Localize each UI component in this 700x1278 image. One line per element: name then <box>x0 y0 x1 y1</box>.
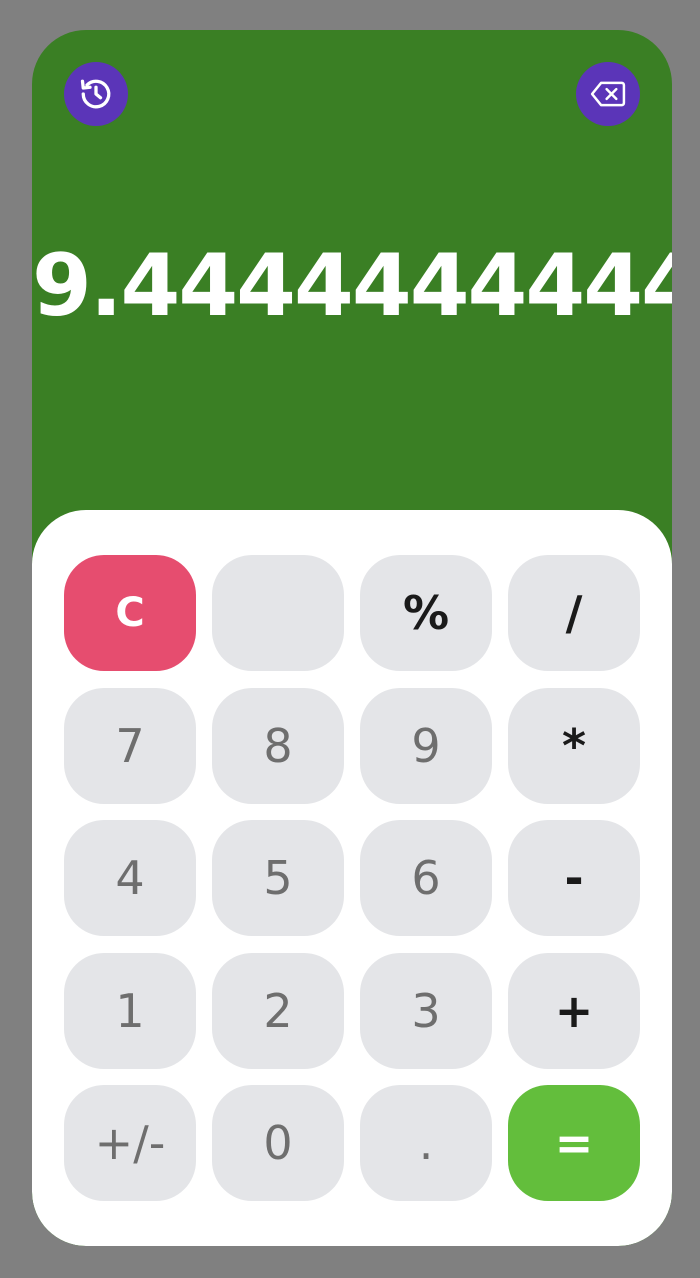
digit-0-key[interactable]: 0 <box>212 1085 344 1201</box>
backspace-button[interactable] <box>576 62 640 126</box>
digit-6-key[interactable]: 6 <box>360 820 492 936</box>
calculator-screen: 9.444444444444 C % / 7 8 9 * 4 5 6 - 1 2… <box>32 30 672 1246</box>
digit-9-key[interactable]: 9 <box>360 687 492 804</box>
digit-5-key[interactable]: 5 <box>212 820 344 936</box>
digit-1-key[interactable]: 1 <box>64 952 196 1069</box>
toggle-sign-key[interactable]: +/- <box>64 1085 196 1201</box>
result-display: 9.444444444444 <box>32 236 672 336</box>
clear-key[interactable]: C <box>64 555 196 671</box>
key-grid: C % / 7 8 9 * 4 5 6 - 1 2 3 + +/- 0 . = <box>64 555 640 1201</box>
digit-8-key[interactable]: 8 <box>212 687 344 804</box>
backspace-icon <box>590 81 626 107</box>
history-icon <box>80 79 111 109</box>
digit-3-key[interactable]: 3 <box>360 952 492 1069</box>
subtract-key[interactable]: - <box>508 820 640 936</box>
digit-4-key[interactable]: 4 <box>64 820 196 936</box>
digit-2-key[interactable]: 2 <box>212 952 344 1069</box>
decimal-key[interactable]: . <box>360 1085 492 1201</box>
multiply-key[interactable]: * <box>508 687 640 804</box>
divide-key[interactable]: / <box>508 555 640 671</box>
digit-7-key[interactable]: 7 <box>64 687 196 804</box>
add-key[interactable]: + <box>508 952 640 1069</box>
blank-key[interactable] <box>212 555 344 671</box>
percent-key[interactable]: % <box>360 555 492 671</box>
equals-key[interactable]: = <box>508 1085 640 1201</box>
history-button[interactable] <box>64 62 128 126</box>
keypad: C % / 7 8 9 * 4 5 6 - 1 2 3 + +/- 0 . = <box>32 510 672 1246</box>
